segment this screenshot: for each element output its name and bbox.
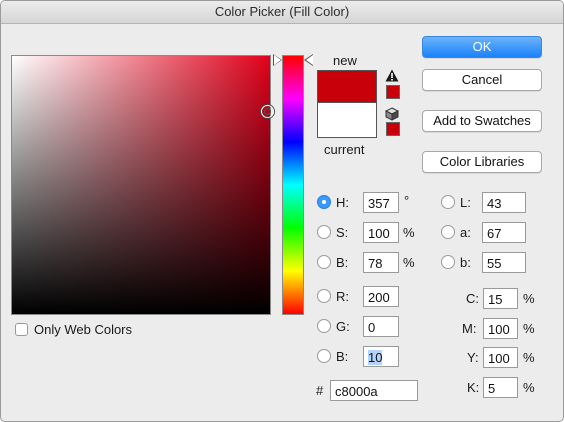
yellow-unit: %	[523, 350, 535, 365]
lab-b-field[interactable]: 55	[482, 252, 526, 273]
new-color-swatch	[317, 70, 377, 103]
cube-icon[interactable]	[385, 107, 399, 121]
hex-field[interactable]: c8000a	[330, 380, 418, 401]
hex-label: #	[316, 383, 324, 398]
web-safe-swatch[interactable]	[386, 122, 400, 136]
hue-label: H:	[336, 195, 349, 210]
lab-b-radio[interactable]	[441, 255, 455, 269]
magenta-label: M:	[462, 321, 477, 336]
only-web-colors-label: Only Web Colors	[34, 322, 133, 337]
yellow-field[interactable]: 100	[483, 347, 518, 368]
magenta-unit: %	[523, 321, 535, 336]
black-unit: %	[523, 380, 535, 395]
current-color-swatch[interactable]	[317, 102, 377, 138]
red-field[interactable]: 200	[363, 286, 399, 307]
color-field[interactable]	[11, 55, 271, 315]
yellow-label: Y:	[467, 350, 479, 365]
lab-b-label: b:	[460, 255, 471, 270]
blue-field-selection: 10	[368, 350, 383, 365]
cyan-field[interactable]: 15	[483, 288, 518, 309]
cyan-label: C:	[466, 291, 479, 306]
green-radio[interactable]	[317, 319, 331, 333]
lab-l-field[interactable]: 43	[482, 192, 526, 213]
saturation-unit: %	[403, 225, 415, 240]
saturation-label: S:	[336, 225, 349, 240]
cancel-button[interactable]: Cancel	[422, 69, 542, 91]
saturation-field[interactable]: 100	[363, 222, 399, 243]
green-field[interactable]: 0	[363, 316, 399, 337]
gamut-swatch[interactable]	[386, 85, 400, 99]
color-field-marker[interactable]	[261, 105, 274, 118]
lab-l-label: L:	[460, 195, 471, 210]
blue-label: B:	[336, 349, 349, 364]
brightness-label: B:	[336, 255, 349, 270]
lab-a-field[interactable]: 67	[482, 222, 526, 243]
current-label: current	[324, 142, 365, 157]
saturation-radio[interactable]	[317, 225, 331, 239]
green-label: G:	[336, 319, 350, 334]
black-field[interactable]: 5	[483, 377, 518, 398]
magenta-field[interactable]: 100	[483, 318, 518, 339]
brightness-field[interactable]: 78	[363, 252, 399, 273]
hue-radio[interactable]	[317, 195, 331, 209]
window-title: Color Picker (Fill Color)	[1, 1, 563, 24]
brightness-radio[interactable]	[317, 255, 331, 269]
black-label: K:	[467, 380, 480, 395]
only-web-colors-checkbox[interactable]	[15, 323, 28, 336]
color-picker-window: Color Picker (Fill Color) Only Web Color…	[0, 0, 564, 422]
warning-icon[interactable]	[385, 69, 399, 82]
lab-a-radio[interactable]	[441, 225, 455, 239]
add-to-swatches-button[interactable]: Add to Swatches	[422, 110, 542, 132]
ok-button[interactable]: OK	[422, 36, 542, 58]
red-radio[interactable]	[317, 289, 331, 303]
red-label: R:	[336, 289, 349, 304]
hue-field[interactable]: 357	[363, 192, 399, 213]
lab-l-radio[interactable]	[441, 195, 455, 209]
brightness-unit: %	[403, 255, 415, 270]
cyan-unit: %	[523, 291, 535, 306]
color-libraries-button[interactable]: Color Libraries	[422, 151, 542, 173]
lab-a-label: a:	[460, 225, 471, 240]
new-label: new	[333, 53, 357, 68]
hue-slider[interactable]	[282, 55, 304, 315]
blue-radio[interactable]	[317, 349, 331, 363]
blue-field[interactable]: 10	[363, 346, 399, 367]
hue-unit: °	[404, 193, 410, 208]
